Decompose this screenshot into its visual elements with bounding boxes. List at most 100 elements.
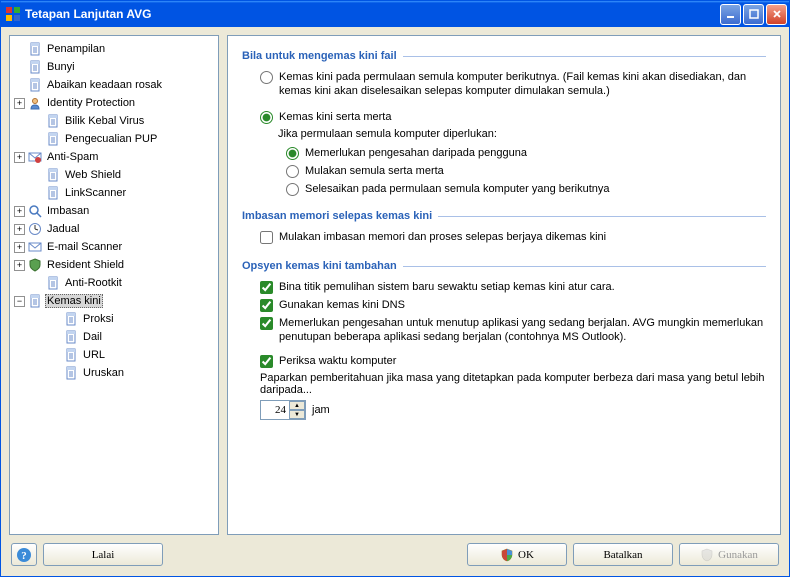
expand-icon[interactable]: +: [14, 206, 25, 217]
expand-icon[interactable]: +: [14, 260, 25, 271]
radio-label: Selesaikan pada permulaan semula kompute…: [305, 182, 610, 196]
radio-complete-next-restart[interactable]: Selesaikan pada permulaan semula kompute…: [242, 180, 766, 198]
section-title-additional-options: Opsyen kemas kini tambahan: [242, 260, 766, 272]
tree-item[interactable]: +Anti-Spam: [12, 149, 216, 165]
checkbox-check-time[interactable]: Periksa waktu komputer: [242, 352, 766, 370]
button-label: Lalai: [92, 549, 115, 561]
spin-down-button[interactable]: ▼: [289, 410, 305, 419]
doc-icon: [28, 78, 42, 92]
checkbox-dns-update[interactable]: Gunakan kemas kini DNS: [242, 296, 766, 314]
cancel-button[interactable]: Batalkan: [573, 543, 673, 566]
radio-input[interactable]: [260, 71, 273, 84]
checkbox-input[interactable]: [260, 317, 273, 330]
checkbox-label: Memerlukan pengesahan untuk menutup apli…: [279, 316, 766, 344]
tree-item[interactable]: URL: [12, 347, 216, 363]
radio-require-confirm[interactable]: Memerlukan pengesahan daripada pengguna: [242, 144, 766, 162]
tree-item[interactable]: +Jadual: [12, 221, 216, 237]
tree-item[interactable]: + E-mail Scanner: [12, 239, 216, 255]
tree-item-label: Penampilan: [45, 43, 107, 55]
tree-item-label: Web Shield: [63, 169, 123, 181]
section-title-update-files: Bila untuk mengemas kini fail: [242, 50, 766, 62]
radio-update-on-restart[interactable]: Kemas kini pada permulaan semula kompute…: [242, 68, 766, 100]
checkbox-memory-scan[interactable]: Mulakan imbasan memori dan proses selepa…: [242, 228, 766, 246]
expand-icon[interactable]: +: [14, 242, 25, 253]
expand-icon[interactable]: +: [14, 98, 25, 109]
tree-item[interactable]: Uruskan: [12, 365, 216, 381]
tree-item-label: Kemas kini: [45, 294, 103, 308]
radio-input[interactable]: [286, 147, 299, 160]
close-button[interactable]: [766, 4, 787, 25]
expander-spacer: [32, 278, 43, 289]
tree-item[interactable]: Penampilan: [12, 41, 216, 57]
checkbox-label: Gunakan kemas kini DNS: [279, 298, 405, 312]
tree-item[interactable]: Pengecualian PUP: [12, 131, 216, 147]
spin-up-button[interactable]: ▲: [289, 401, 305, 410]
radio-update-immediately[interactable]: Kemas kini serta merta: [242, 108, 766, 126]
shield-icon: [700, 548, 714, 562]
radio-label: Memerlukan pengesahan daripada pengguna: [305, 146, 527, 160]
doc-icon: [46, 114, 60, 128]
tree-item[interactable]: Abaikan keadaan rosak: [12, 77, 216, 93]
hours-input[interactable]: [261, 401, 289, 419]
checkbox-input[interactable]: [260, 231, 273, 244]
tree-item[interactable]: LinkScanner: [12, 185, 216, 201]
tree-item-label: E-mail Scanner: [45, 241, 124, 253]
doc-icon: [46, 186, 60, 200]
tree-item[interactable]: Anti-Rootkit: [12, 275, 216, 291]
maximize-button[interactable]: [743, 4, 764, 25]
tree-item-label: LinkScanner: [63, 187, 128, 199]
button-label: Gunakan: [718, 549, 758, 561]
section-title-memory-scan: Imbasan memori selepas kemas kini: [242, 210, 766, 222]
tree-item-label: Bilik Kebal Virus: [63, 115, 146, 127]
tree-item[interactable]: Dail: [12, 329, 216, 345]
tree-item[interactable]: +Imbasan: [12, 203, 216, 219]
radio-restart-immediately[interactable]: Mulakan semula serta merta: [242, 162, 766, 180]
window-title: Tetapan Lanjutan AVG: [25, 7, 720, 21]
help-button[interactable]: ?: [11, 543, 37, 566]
radio-input[interactable]: [286, 183, 299, 196]
tree-item[interactable]: − Kemas kini: [12, 293, 216, 309]
doc-icon: [64, 366, 78, 380]
checkbox-label: Mulakan imbasan memori dan proses selepa…: [279, 230, 606, 244]
section-title-label: Bila untuk mengemas kini fail: [242, 50, 397, 62]
ok-button[interactable]: OK: [467, 543, 567, 566]
expand-icon[interactable]: +: [14, 224, 25, 235]
expander-spacer: [14, 44, 25, 55]
section-title-label: Imbasan memori selepas kemas kini: [242, 210, 432, 222]
doc-icon: [28, 294, 42, 308]
tree-item[interactable]: Bunyi: [12, 59, 216, 75]
nav-tree[interactable]: Penampilan Bunyi Abaikan keadaan rosak +Ide…: [9, 35, 219, 535]
default-button[interactable]: Lalai: [43, 543, 163, 566]
checkbox-close-apps-confirm[interactable]: Memerlukan pengesahan untuk menutup apli…: [242, 314, 766, 346]
radio-label: Kemas kini pada permulaan semula kompute…: [279, 70, 766, 98]
minimize-button[interactable]: [720, 4, 741, 25]
doc-icon: [64, 312, 78, 326]
tree-item[interactable]: +Identity Protection: [12, 95, 216, 111]
expander-spacer: [32, 116, 43, 127]
hours-spinner[interactable]: ▲ ▼: [260, 400, 306, 420]
checkbox-input[interactable]: [260, 281, 273, 294]
radio-input[interactable]: [286, 165, 299, 178]
button-bar: ? Lalai OK Batalkan Gunakan: [9, 543, 781, 568]
checkbox-restore-point[interactable]: Bina titik pemulihan sistem baru sewaktu…: [242, 278, 766, 296]
checkbox-label: Periksa waktu komputer: [279, 354, 396, 368]
checkbox-input[interactable]: [260, 299, 273, 312]
tree-item[interactable]: Proksi: [12, 311, 216, 327]
expander-spacer: [50, 350, 61, 361]
doc-icon: [28, 42, 42, 56]
tree-item-label: Uruskan: [81, 367, 126, 379]
tree-item[interactable]: +Resident Shield: [12, 257, 216, 273]
tree-item-label: Abaikan keadaan rosak: [45, 79, 164, 91]
tree-item[interactable]: Web Shield: [12, 167, 216, 183]
hours-unit-label: jam: [312, 404, 330, 416]
tree-item-label: Pengecualian PUP: [63, 133, 159, 145]
radio-input[interactable]: [260, 111, 273, 124]
checkbox-input[interactable]: [260, 355, 273, 368]
collapse-icon[interactable]: −: [14, 296, 25, 307]
tree-item[interactable]: Bilik Kebal Virus: [12, 113, 216, 129]
doc-icon: [64, 348, 78, 362]
expand-icon[interactable]: +: [14, 152, 25, 163]
apply-button[interactable]: Gunakan: [679, 543, 779, 566]
content-area: Penampilan Bunyi Abaikan keadaan rosak +Ide…: [1, 27, 789, 576]
tree-item-label: Proksi: [81, 313, 116, 325]
